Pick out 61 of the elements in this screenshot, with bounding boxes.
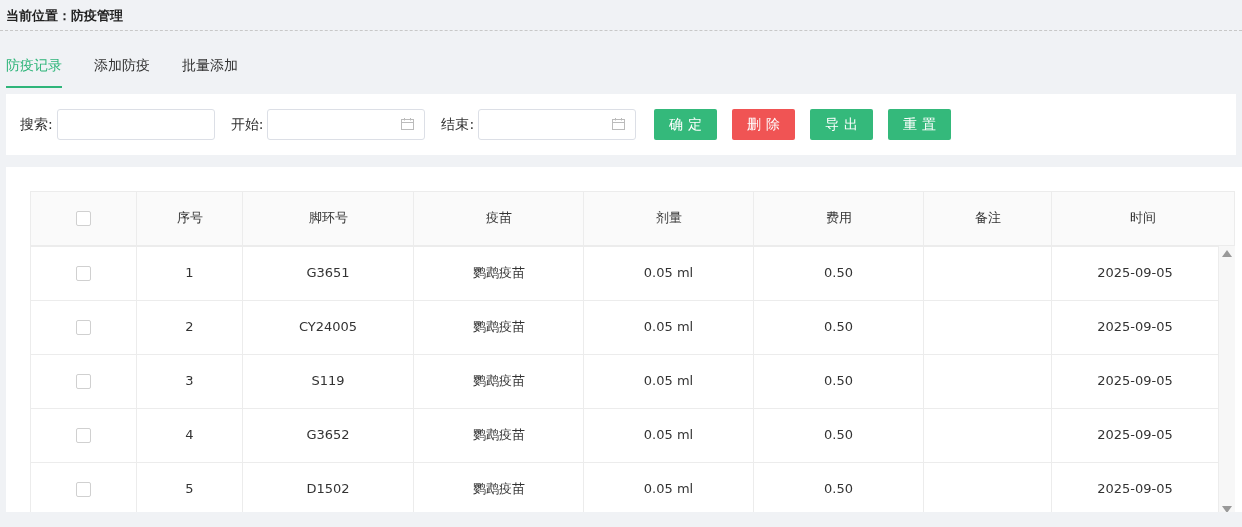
table-cell: 0.05 ml	[643, 427, 694, 443]
table-cell: 0.05 ml	[643, 481, 694, 497]
column-header: 序号	[176, 210, 203, 226]
filter-label: 搜索:	[20, 114, 53, 134]
table-cell: 鹦鹉疫苗	[472, 481, 525, 497]
checkbox[interactable]	[76, 266, 91, 282]
table-cell: 5	[185, 481, 194, 497]
tab[interactable]: 批量添加	[182, 46, 238, 88]
column-header: 剂量	[655, 210, 682, 226]
checkbox[interactable]	[76, 211, 91, 227]
table-cell: 2025-09-05	[1097, 319, 1173, 335]
table-cell: 0.50	[824, 373, 853, 389]
table-cell: 0.05 ml	[643, 319, 694, 335]
table-cell: 0.50	[824, 265, 853, 281]
checkbox[interactable]	[76, 428, 91, 444]
action-button[interactable]: 删 除	[732, 108, 796, 140]
table-cell: 鹦鹉疫苗	[472, 265, 525, 281]
table-cell: 1	[185, 265, 194, 281]
tab[interactable]: 防疫记录	[6, 46, 62, 88]
date-field[interactable]	[478, 108, 637, 140]
search-field[interactable]	[56, 108, 215, 140]
table-cell: 3	[185, 373, 194, 389]
column-header: 疫苗	[485, 210, 512, 226]
column-header: 备注	[974, 210, 1001, 226]
date-field[interactable]	[267, 108, 426, 140]
table-cell: 鹦鹉疫苗	[472, 373, 525, 389]
calendar-icon	[401, 118, 415, 130]
column-header: 脚环号	[308, 210, 348, 226]
checkbox[interactable]	[76, 320, 91, 336]
scroll-down-icon[interactable]	[1222, 505, 1232, 512]
table-cell: 2025-09-05	[1097, 265, 1173, 281]
action-button[interactable]: 确 定	[654, 108, 718, 140]
table-cell: 2025-09-05	[1097, 481, 1173, 497]
table-cell: 2025-09-05	[1097, 427, 1173, 443]
table-cell: 0.05 ml	[643, 265, 694, 281]
checkbox[interactable]	[76, 374, 91, 390]
scroll-up-icon[interactable]	[1222, 249, 1232, 257]
table-cell: G3651	[306, 265, 350, 281]
table-cell: 0.50	[824, 319, 853, 335]
table-cell: 2025-09-05	[1097, 373, 1173, 389]
filter-label: 结束:	[441, 114, 475, 134]
table-cell: S119	[311, 373, 345, 389]
checkbox[interactable]	[76, 482, 91, 498]
table-cell: 鹦鹉疫苗	[472, 427, 525, 443]
tab[interactable]: 添加防疫	[94, 46, 150, 88]
table-cell: G3652	[306, 427, 350, 443]
calendar-icon	[612, 118, 626, 130]
table-cell: D1502	[306, 481, 350, 497]
table-cell: 0.50	[824, 481, 853, 497]
table-cell: 4	[185, 427, 194, 443]
action-button[interactable]: 导 出	[810, 108, 874, 140]
table-cell: 0.50	[824, 427, 853, 443]
filter-label: 开始:	[230, 114, 264, 134]
table-cell: CY24005	[298, 319, 358, 335]
table-cell: 鹦鹉疫苗	[472, 319, 525, 335]
table-cell: 2	[185, 319, 194, 335]
action-button[interactable]: 重 置	[888, 108, 952, 140]
column-header: 时间	[1130, 210, 1156, 226]
breadcrumb: 当前位置：防疫管理	[6, 8, 123, 23]
table-cell: 0.05 ml	[643, 373, 694, 389]
column-header: 费用	[825, 210, 852, 226]
